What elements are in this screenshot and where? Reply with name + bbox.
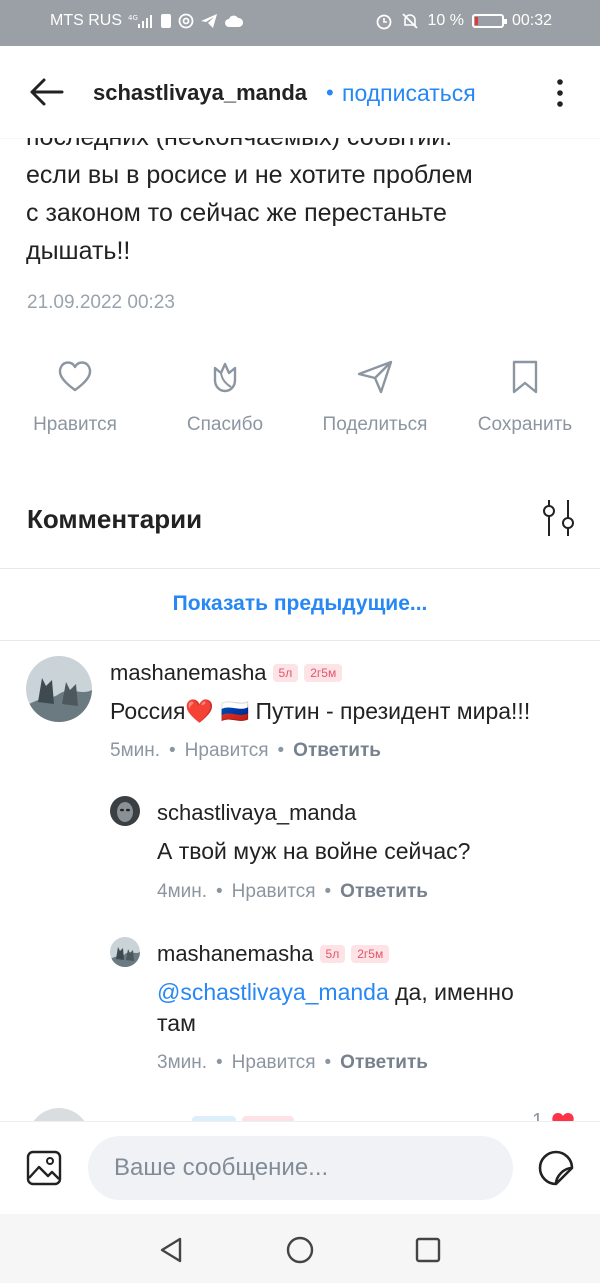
wolves-avatar-image [110,937,140,967]
comment-meta: 5мин. • Нравится • Ответить [110,740,381,762]
divider [0,640,600,641]
comment-like-button[interactable]: Нравится [232,1052,316,1073]
comment-time: 4мин. [157,881,208,902]
comment-time: 3мин. [157,1052,208,1073]
recents-square-icon[interactable] [414,1236,442,1264]
mention-link[interactable]: @schastlivaya_manda [157,979,389,1005]
message-composer: Ваше сообщение... [0,1122,600,1214]
separator-dot: • [324,881,332,902]
thanks-button[interactable]: Спасибо [150,356,300,436]
badge: 2г5м [304,664,343,682]
thanks-label: Спасибо [186,414,264,435]
badge: 2г5м [351,945,390,963]
cloud-icon [225,15,244,27]
comment-text-rest: да, именно [388,979,514,1005]
separator-dot: • [324,1052,332,1073]
divider [0,568,600,569]
post-actions: Нравится Спасибо Поделиться Сохранить [0,356,600,456]
comment-author[interactable]: mashanemasha [157,941,314,966]
face-avatar-image [110,796,140,826]
carrier-label: MTS RUS [50,12,122,29]
sim-icon [161,14,171,28]
share-label: Поделиться [322,414,428,435]
comment-author[interactable]: mashanemasha [110,660,267,685]
avatar[interactable] [110,796,140,826]
telegram-icon [201,14,217,28]
header-separator: • [326,80,334,105]
message-input[interactable]: Ваше сообщение... [88,1136,513,1200]
like-button[interactable]: Нравится [0,356,150,436]
post-line: дышать!! [26,237,131,265]
status-bar: MTS RUS 4G 10 % 00:32 [0,0,600,46]
comment-reply-button[interactable]: Ответить [340,881,428,902]
save-label: Сохранить [477,414,573,435]
separator-dot: • [169,740,176,761]
comment-reply-button[interactable]: Ответить [340,1052,428,1073]
svg-text:4G: 4G [128,14,138,22]
back-arrow-icon[interactable] [26,74,66,110]
badge: 5л [272,664,299,682]
back-triangle-icon[interactable] [158,1236,186,1264]
send-icon [357,360,393,394]
bookmark-icon [512,360,538,394]
comment-meta: 4мин. • Нравится • Ответить [157,881,428,903]
comment-reply-button[interactable]: Ответить [293,740,381,761]
subscribe-button[interactable]: подписаться [342,80,476,107]
like-label: Нравится [33,414,117,435]
post-line: если вы в росисе и не хотите проблем [26,161,473,189]
show-previous-link[interactable]: Показать предыдущие... [0,592,600,616]
save-button[interactable]: Сохранить [450,356,600,436]
sticker-icon[interactable] [536,1148,576,1188]
alarm-icon [377,14,392,30]
comment-like-button[interactable]: Нравится [185,740,269,761]
separator-dot: • [216,881,223,902]
more-menu-icon[interactable] [552,78,568,108]
comment-text: @schastlivaya_manda да, именно [157,977,514,1008]
comment-text: Россия❤️ 🇷🇺 Путин - президент мира!!! [110,698,531,724]
signal-icon: 4G [128,14,152,28]
top-bar: schastlivaya_manda • подписаться [0,46,600,138]
battery-percent: 10 % [427,12,464,29]
share-button[interactable]: Поделиться [300,356,450,436]
heart-icon [58,361,92,392]
home-circle-icon[interactable] [285,1235,315,1265]
post-text: последних (нескончаемых) событий: если в… [26,118,586,270]
avatar[interactable] [110,937,140,967]
tulip-icon [213,362,237,393]
separator-dot: • [216,1052,223,1073]
post-date: 21.09.2022 00:23 [27,292,175,313]
system-nav-bar [0,1214,600,1283]
filter-icon[interactable] [540,498,576,538]
badge: 5л [319,945,346,963]
comment-meta: 3мин. • Нравится • Ответить [157,1052,428,1074]
post-line: с законом то сейчас же перестаньте [26,199,447,227]
header-username[interactable]: schastlivaya_manda [93,80,307,106]
wolves-avatar-image [26,656,92,722]
comments-title: Комментарии [27,504,203,534]
comment-like-button[interactable]: Нравится [232,881,316,902]
avatar[interactable] [26,656,92,722]
comment-text: А твой муж на войне сейчас? [157,838,471,864]
at-icon [178,13,194,29]
comment-time: 5мин. [110,740,161,761]
battery-icon [471,14,507,28]
comment-text-line2: там [157,1010,196,1036]
comment-author[interactable]: schastlivaya_manda [157,800,356,825]
separator-dot: • [277,740,285,761]
image-attach-icon[interactable] [26,1150,62,1186]
clock: 00:32 [511,12,552,29]
mute-icon [402,13,419,29]
